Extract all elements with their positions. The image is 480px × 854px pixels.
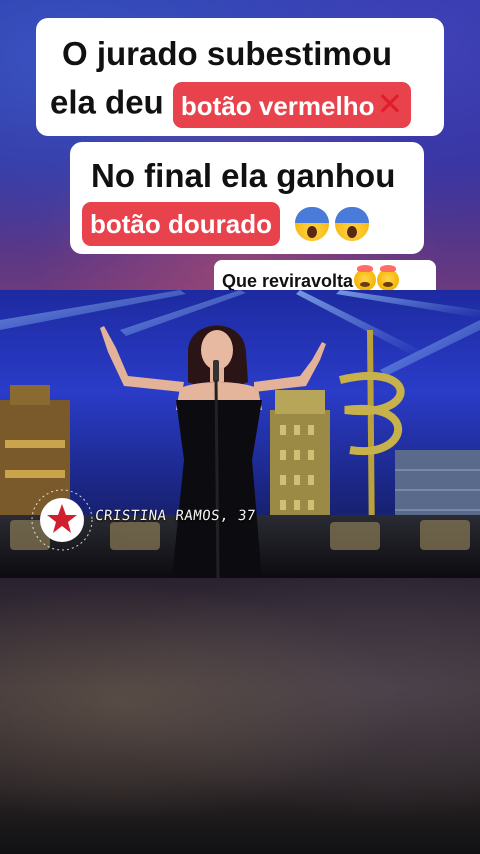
stage-scene [0,290,480,578]
screaming-face-icon [295,207,330,242]
golden-button-label: botão dourado [90,209,272,240]
cross-mark-icon: ✕ [376,86,404,122]
result-line-2: botão dourado [82,202,370,247]
exploding-head-icon [354,265,377,291]
contestant-caption: CRISTINA RAMOS, 37 [94,508,257,524]
golden-button-pill: botão dourado [82,202,280,247]
red-button-label: botão vermelho [180,91,375,121]
video-frame[interactable]: CRISTINA RAMOS, 37 [0,290,480,578]
headline-line-2: ela deu botão vermelho✕ [50,82,412,128]
headline-line-1: O jurado subestimou [62,35,393,72]
result-card: No final ela ganhou botão dourado [70,142,424,254]
result-line-1: No final ela ganhou [91,157,396,194]
reaction-text: Que reviravolta [222,271,354,291]
reaction-line: Que reviravolta [222,265,400,292]
screaming-face-icon-2 [335,207,370,242]
headline-line-2-prefix: ela deu [50,83,164,121]
exploding-head-icon-2 [377,265,400,291]
headline-card: O jurado subestimou ela deu botão vermel… [36,18,444,136]
red-button-pill: botão vermelho✕ [172,82,412,128]
blurred-background-bottom [0,578,480,854]
